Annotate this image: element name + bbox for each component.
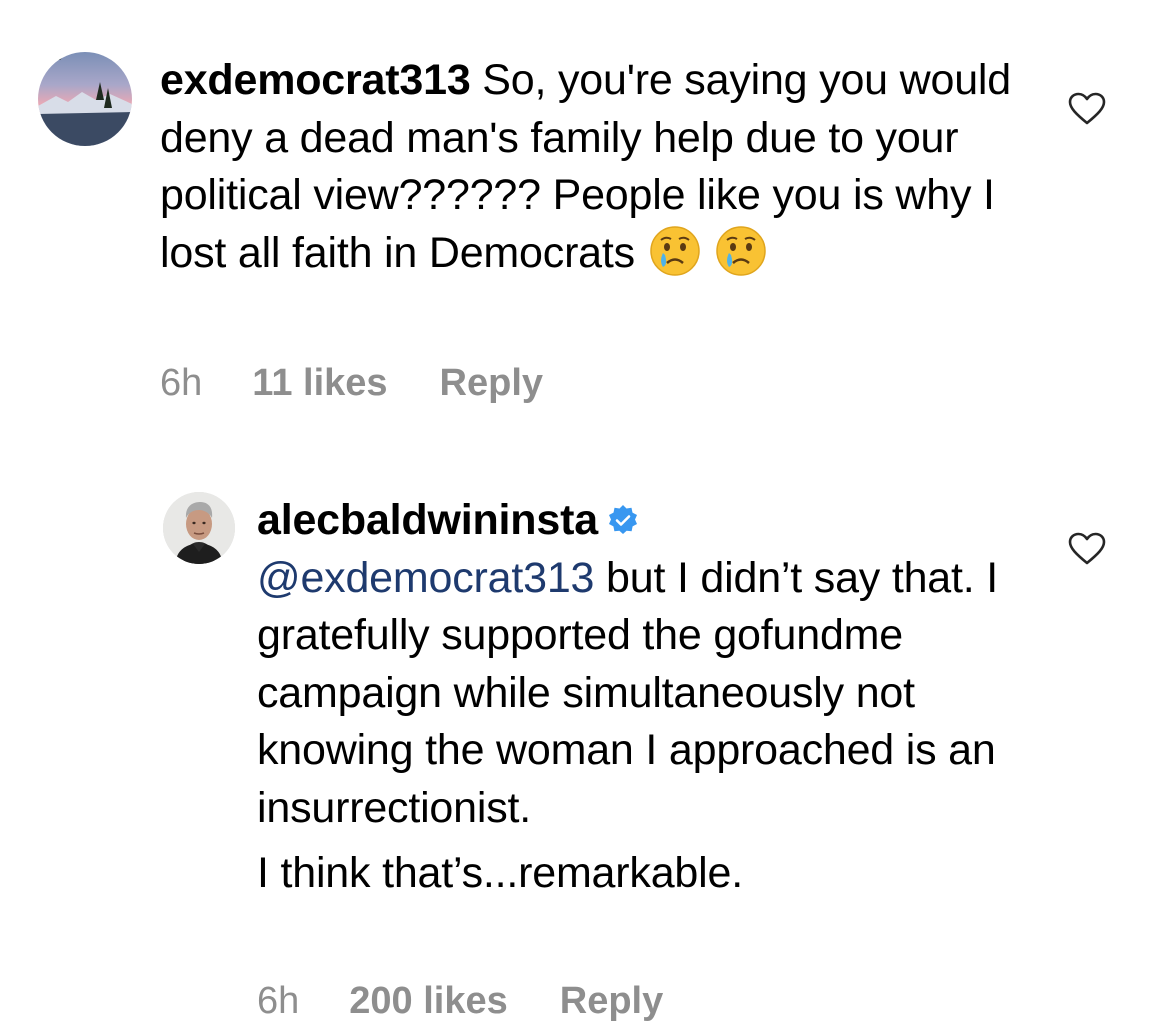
comment-username[interactable]: alecbaldwininsta (257, 496, 598, 544)
mention-link[interactable]: @exdemocrat313 (257, 554, 594, 602)
comment-likes[interactable]: 11 likes (252, 362, 387, 405)
heart-outline-icon[interactable] (1068, 532, 1106, 566)
crying-face-emoji-icon (649, 225, 701, 277)
heart-outline-icon[interactable] (1068, 92, 1106, 126)
comment-username[interactable]: exdemocrat313 (160, 56, 471, 104)
comment-body: alecbaldwininsta @exdemocrat313 but I di… (257, 492, 1047, 903)
comment-timestamp: 6h (257, 980, 300, 1022)
comment-likes[interactable]: 200 likes (349, 980, 507, 1023)
comment-meta: 6h 200 likes Reply (257, 980, 663, 1023)
verified-badge-icon (606, 496, 640, 534)
avatar[interactable] (38, 52, 132, 146)
reply-button[interactable]: Reply (560, 980, 663, 1023)
comment-timestamp: 6h (160, 362, 203, 404)
comment-meta: 6h 11 likes Reply (160, 362, 543, 405)
comment-text-continued: I think that’s...remarkable. (257, 849, 743, 897)
comment-body: exdemocrat313 So, you're saying you woul… (160, 52, 1040, 282)
man-portrait-avatar-image (163, 492, 235, 564)
landscape-avatar-image (38, 52, 132, 146)
crying-face-emoji-icon (715, 225, 767, 277)
reply-button[interactable]: Reply (440, 362, 543, 405)
avatar[interactable] (163, 492, 235, 564)
